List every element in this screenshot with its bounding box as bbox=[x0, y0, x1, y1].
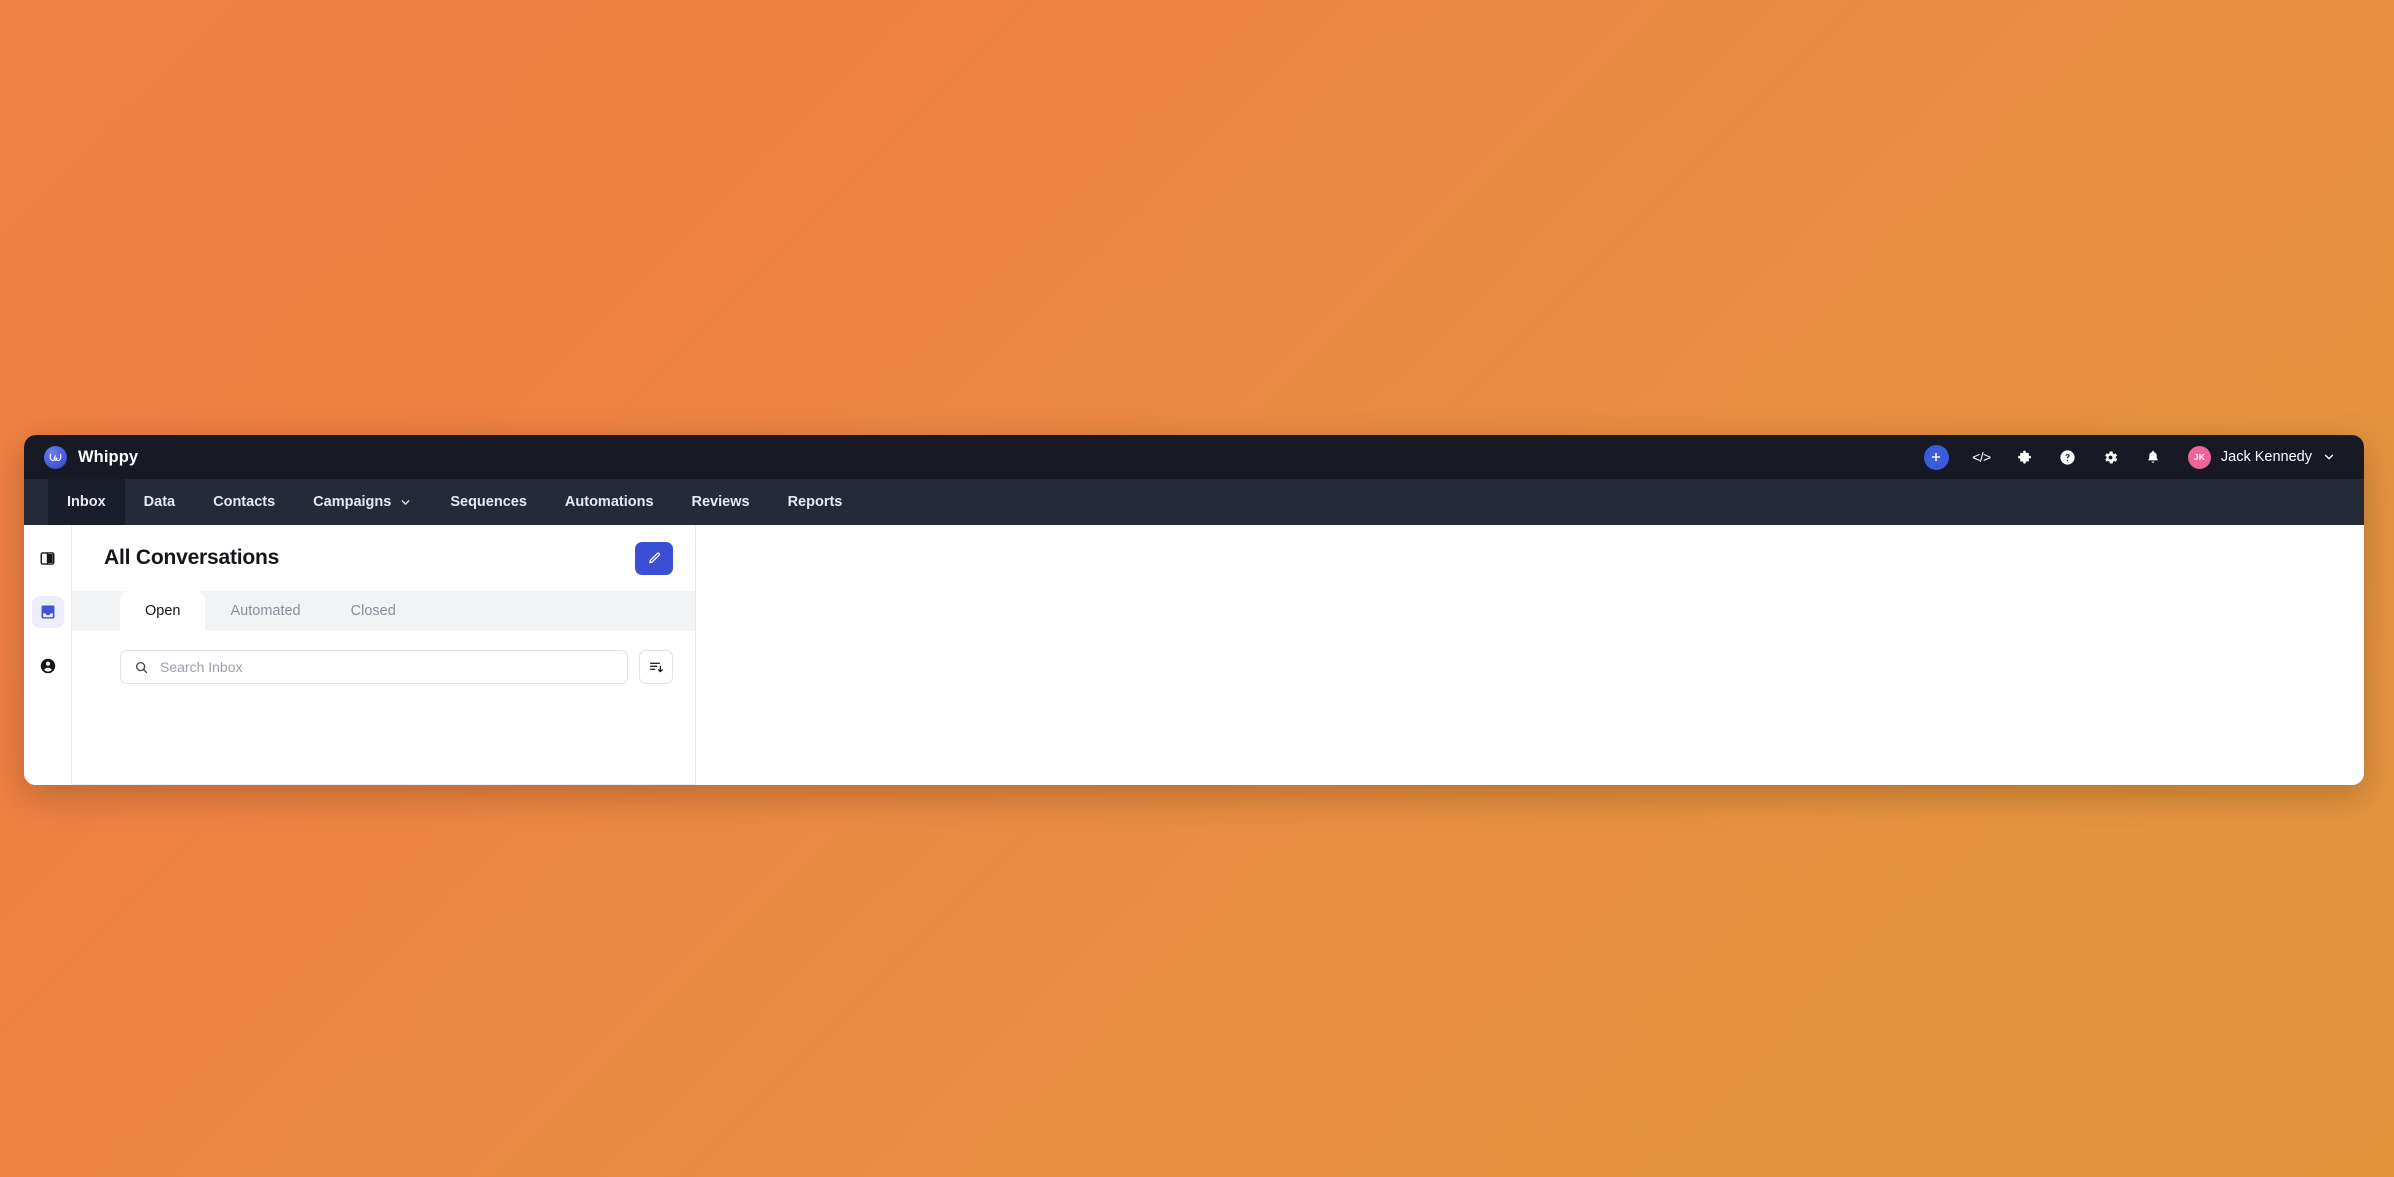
tab-label: Closed bbox=[350, 603, 396, 619]
tab-label: Automated bbox=[230, 603, 301, 619]
nav-item-label: Inbox bbox=[67, 494, 106, 510]
nav-item-sequences[interactable]: Sequences bbox=[431, 479, 546, 525]
question-circle-icon[interactable] bbox=[2057, 447, 2078, 468]
nav-item-label: Data bbox=[143, 494, 176, 510]
code-brackets-glyph: </> bbox=[1972, 449, 1991, 465]
inbox-rail-button[interactable] bbox=[31, 596, 64, 628]
nav-item-label: Campaigns bbox=[313, 494, 392, 510]
main-nav: Inbox Data Contacts Campaigns Sequences … bbox=[24, 479, 2364, 525]
brand-name: Whippy bbox=[78, 447, 139, 466]
nav-item-label: Automations bbox=[564, 494, 654, 510]
search-input[interactable] bbox=[160, 659, 614, 675]
bell-icon[interactable] bbox=[2143, 447, 2164, 468]
compose-button[interactable] bbox=[635, 541, 673, 575]
tab-automated[interactable]: Automated bbox=[205, 591, 325, 631]
code-brackets-icon[interactable]: </> bbox=[1971, 447, 1992, 468]
user-menu[interactable]: JK Jack Kennedy bbox=[2187, 445, 2336, 469]
sidebar-toggle-button[interactable] bbox=[32, 542, 64, 574]
tab-closed[interactable]: Closed bbox=[326, 591, 421, 631]
nav-item-label: Reports bbox=[787, 494, 843, 510]
add-button[interactable] bbox=[1923, 444, 1949, 470]
sort-button[interactable] bbox=[639, 650, 673, 684]
conversation-tabs: Open Automated Closed bbox=[72, 591, 695, 631]
puzzle-piece-icon[interactable] bbox=[2014, 447, 2035, 468]
conversation-list-panel: All Conversations Open Automated Closed … bbox=[72, 525, 696, 785]
nav-item-reports[interactable]: Reports bbox=[769, 479, 862, 525]
nav-item-contacts[interactable]: Contacts bbox=[194, 479, 294, 525]
app-window: Whippy </> JK Jack Kennedy Inbox Data Co… bbox=[24, 435, 2364, 785]
sort-descending-icon bbox=[648, 659, 664, 675]
nav-item-campaigns[interactable]: Campaigns bbox=[294, 479, 431, 525]
brand[interactable]: Whippy bbox=[44, 445, 139, 469]
nav-item-label: Contacts bbox=[213, 494, 276, 510]
nav-item-label: Reviews bbox=[691, 494, 750, 510]
top-bar-actions: </> JK Jack Kennedy bbox=[1923, 444, 2336, 470]
tab-label: Open bbox=[145, 603, 181, 619]
account-circle-icon bbox=[39, 657, 57, 675]
app-body: All Conversations Open Automated Closed … bbox=[24, 525, 2364, 785]
icon-rail bbox=[24, 525, 72, 785]
user-name: Jack Kennedy bbox=[2220, 449, 2312, 465]
search-inbox-box[interactable] bbox=[120, 650, 628, 684]
search-icon bbox=[134, 660, 149, 675]
chevron-down-icon bbox=[399, 496, 412, 509]
gear-icon[interactable] bbox=[2100, 447, 2121, 468]
whippy-butterfly-logo-icon bbox=[44, 445, 67, 469]
avatar: JK bbox=[2187, 445, 2211, 469]
search-row bbox=[72, 631, 695, 785]
top-bar: Whippy </> JK Jack Kennedy bbox=[24, 435, 2364, 479]
pencil-edit-icon bbox=[647, 551, 662, 566]
nav-item-automations[interactable]: Automations bbox=[546, 479, 673, 525]
tab-open[interactable]: Open bbox=[120, 591, 206, 631]
conversation-header: All Conversations bbox=[72, 525, 695, 591]
nav-item-inbox[interactable]: Inbox bbox=[48, 479, 125, 525]
page-title: All Conversations bbox=[104, 546, 280, 569]
inbox-tray-icon bbox=[39, 603, 57, 621]
panel-layout-icon bbox=[39, 550, 56, 567]
conversation-detail-pane bbox=[696, 525, 2364, 785]
account-rail-button[interactable] bbox=[32, 650, 64, 682]
nav-item-label: Sequences bbox=[450, 494, 527, 510]
nav-item-data[interactable]: Data bbox=[125, 479, 194, 525]
nav-item-reviews[interactable]: Reviews bbox=[673, 479, 769, 525]
chevron-down-icon bbox=[2322, 450, 2336, 464]
